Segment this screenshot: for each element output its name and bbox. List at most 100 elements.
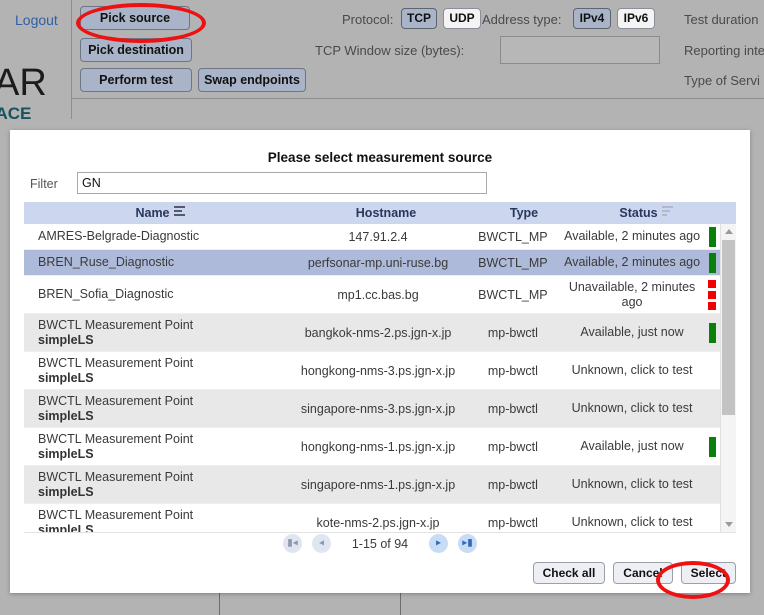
previous-page-button[interactable]: ◂: [312, 534, 331, 553]
scroll-down-arrow-icon[interactable]: [721, 517, 736, 532]
cell-name-primary: BWCTL Measurement Point: [38, 317, 194, 332]
table-scrollbar[interactable]: [720, 224, 736, 532]
column-header-name-label: Name: [135, 206, 170, 220]
cell-name-primary: BREN_Ruse_Diagnostic: [38, 255, 175, 269]
cell-name-primary: BWCTL Measurement Point: [38, 393, 194, 408]
last-page-button[interactable]: ▸▮: [458, 534, 477, 553]
cell-name: BWCTL Measurement Point simpleLS: [24, 318, 290, 348]
status-indicator: [704, 436, 720, 457]
table-row[interactable]: BWCTL Measurement Point simpleLS singapore…: [24, 390, 720, 428]
pick-source-button[interactable]: Pick source: [80, 6, 190, 30]
type-of-service-label: Type of Servi: [684, 73, 760, 88]
column-header-hostname[interactable]: Hostname: [296, 206, 476, 220]
cell-name-primary: BWCTL Measurement Point: [38, 507, 194, 522]
cell-status-text: Available, 2 minutes ago: [564, 229, 701, 243]
cell-status[interactable]: Available, just now: [560, 439, 705, 454]
cell-status-text: Unavailable, 2 minutes ago: [568, 279, 696, 309]
perform-test-button[interactable]: Perform test: [80, 68, 192, 92]
cell-name-primary: AMRES-Belgrade-Diagnostic: [38, 229, 200, 243]
logout-link[interactable]: Logout: [15, 12, 58, 28]
status-indicator-unavailable: [708, 290, 717, 299]
table-body[interactable]: AMRES-Belgrade-Diagnostic 147.91.2.4 BWCTL…: [24, 224, 736, 533]
cell-status[interactable]: Available, 2 minutes ago: [560, 229, 705, 244]
protocol-tcp-button[interactable]: TCP: [401, 8, 437, 29]
status-indicator-available: [708, 322, 716, 343]
cell-type: mp-bwctl: [487, 401, 538, 416]
cell-name-secondary: simpleLS: [38, 370, 94, 385]
protocol-udp-button[interactable]: UDP: [443, 8, 481, 29]
table-row[interactable]: BWCTL Measurement Point simpleLS kote-nms-…: [24, 504, 720, 533]
address-type-label: Address type:: [482, 12, 562, 27]
scroll-up-arrow-icon[interactable]: [721, 224, 736, 239]
pagination-bar: ▮◂ ◂ 1-15 of 94 ▸ ▸▮: [10, 534, 750, 553]
brand-line-secondary: FACE: [0, 104, 32, 120]
cell-status-text: Unknown, click to test: [571, 363, 693, 377]
vertical-divider: [71, 0, 72, 119]
cell-status-text: Unknown, click to test: [571, 477, 693, 491]
dialog-button-bar: Check all Cancel Select: [532, 562, 736, 584]
table-row[interactable]: BWCTL Measurement Point simpleLS hongkong-…: [24, 428, 720, 466]
next-page-button[interactable]: ▸: [429, 534, 448, 553]
cell-name-primary: BWCTL Measurement Point: [38, 469, 194, 484]
cell-type: mp-bwctl: [487, 477, 538, 492]
cell-status[interactable]: Unavailable, 2 minutes ago: [560, 280, 705, 310]
cell-hostname: hongkong-nms-1.ps.jgn-x.jp: [300, 439, 456, 454]
status-indicator: [704, 322, 720, 343]
horizontal-divider: [72, 98, 764, 99]
cell-name: BWCTL Measurement Point simpleLS: [24, 356, 290, 386]
check-all-button[interactable]: Check all: [532, 562, 606, 584]
table-row[interactable]: BREN_Sofia_Diagnostic mp1.cc.bas.bg BWCTL_…: [24, 276, 720, 314]
cell-status-text: Unknown, click to test: [571, 515, 693, 529]
filter-input[interactable]: [77, 172, 487, 194]
cell-hostname: bangkok-nms-2.ps.jgn-x.jp: [304, 325, 452, 340]
sources-table: Name Hostname Type Status AMRES-Belgrade…: [24, 202, 736, 533]
cell-name-primary: BWCTL Measurement Point: [38, 355, 194, 370]
cell-name-primary: BREN_Sofia_Diagnostic: [38, 287, 174, 301]
address-ipv4-button[interactable]: IPv4: [573, 8, 611, 29]
cell-hostname: mp1.cc.bas.bg: [337, 287, 419, 302]
cell-status-text: Available, just now: [580, 325, 684, 339]
address-ipv6-button[interactable]: IPv6: [617, 8, 655, 29]
column-header-name[interactable]: Name: [24, 206, 296, 220]
brand-line-primary: AR: [0, 62, 47, 104]
table-row[interactable]: AMRES-Belgrade-Diagnostic 147.91.2.4 BWCTL…: [24, 224, 720, 250]
measurement-source-dialog: Please select measurement source Filter …: [10, 130, 750, 593]
cell-status[interactable]: Unknown, click to test: [560, 363, 705, 378]
cell-name-primary: BWCTL Measurement Point: [38, 431, 194, 446]
tcp-window-size-label: TCP Window size (bytes):: [315, 43, 465, 58]
cell-type: BWCTL_MP: [478, 229, 548, 244]
swap-endpoints-button[interactable]: Swap endpoints: [198, 68, 306, 92]
cell-status[interactable]: Available, 2 minutes ago: [560, 255, 705, 270]
scrollbar-thumb[interactable]: [722, 240, 735, 415]
select-button[interactable]: Select: [680, 562, 736, 584]
table-row[interactable]: BREN_Ruse_Diagnostic perfsonar-mp.uni-rus…: [24, 250, 720, 276]
tcp-window-size-input[interactable]: [500, 36, 660, 64]
table-rows: AMRES-Belgrade-Diagnostic 147.91.2.4 BWCTL…: [24, 224, 720, 533]
sort-icon-inactive[interactable]: [661, 206, 673, 218]
column-header-status[interactable]: Status: [572, 206, 720, 220]
cell-status[interactable]: Unknown, click to test: [560, 401, 705, 416]
table-row[interactable]: BWCTL Measurement Point simpleLS singapore…: [24, 466, 720, 504]
column-header-type[interactable]: Type: [476, 206, 572, 220]
cell-hostname: singapore-nms-3.ps.jgn-x.jp: [300, 401, 456, 416]
cell-status[interactable]: Unknown, click to test: [560, 515, 705, 530]
cell-name-secondary: simpleLS: [38, 522, 94, 533]
status-indicator: [704, 279, 720, 310]
protocol-label: Protocol:: [342, 12, 394, 27]
cell-status[interactable]: Unknown, click to test: [560, 477, 705, 492]
cell-name: BREN_Sofia_Diagnostic: [24, 287, 290, 302]
cancel-button[interactable]: Cancel: [613, 562, 673, 584]
cell-type: mp-bwctl: [487, 325, 538, 340]
status-indicator: [704, 226, 720, 247]
cell-status[interactable]: Available, just now: [560, 325, 705, 340]
page-footer: [0, 593, 764, 615]
column-header-status-label: Status: [619, 206, 658, 220]
table-header-row: Name Hostname Type Status: [24, 202, 736, 224]
table-row[interactable]: BWCTL Measurement Point simpleLS bangkok-n…: [24, 314, 720, 352]
cell-name: BREN_Ruse_Diagnostic: [24, 255, 290, 270]
pick-destination-button[interactable]: Pick destination: [80, 38, 192, 62]
reporting-interval-label: Reporting inte: [684, 43, 764, 58]
table-row[interactable]: BWCTL Measurement Point simpleLS hongkong-…: [24, 352, 720, 390]
sort-descending-icon[interactable]: [173, 206, 185, 218]
first-page-button[interactable]: ▮◂: [283, 534, 302, 553]
